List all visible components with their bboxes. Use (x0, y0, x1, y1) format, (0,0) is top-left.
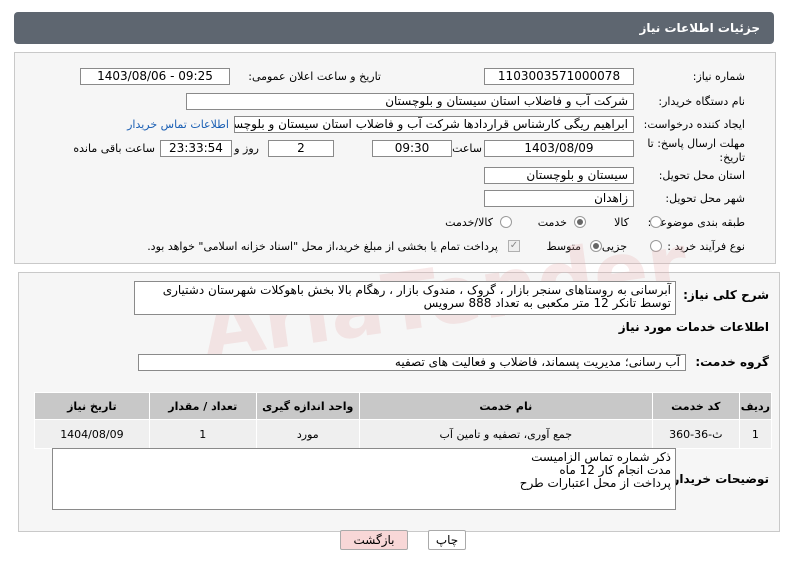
table-row: 1 ث-36-360 جمع آوری، تصفیه و تامین آب مو… (34, 419, 773, 449)
description-textarea: آبرسانی به روستاهای سنجر بازار ، گروک ، … (134, 281, 676, 315)
remaining-label: ساعت باقی مانده (73, 142, 155, 155)
cell-unit: مورد (255, 419, 360, 449)
col-service-code: کد خدمت (651, 392, 740, 420)
city-label: شهر محل تحویل: (665, 192, 745, 205)
category-option-goods-service: کالا/خدمت (445, 216, 493, 229)
creator-label: ایجاد کننده درخواست: (643, 118, 745, 131)
print-button[interactable]: چاپ (428, 530, 466, 550)
deadline-label: مهلت ارسال پاسخ: تا تاریخ: (647, 137, 745, 164)
announce-field: 1403/08/06 - 09:25 (80, 68, 230, 85)
description-label: شرح کلی نیاز: (683, 288, 769, 302)
category-radio-goods-service[interactable] (500, 216, 512, 228)
city-field: زاهدان (484, 190, 634, 207)
table-header-row: ردیف کد خدمت نام خدمت واحد اندازه گیری ت… (34, 392, 773, 420)
cell-service-code: ث-36-360 (651, 419, 740, 449)
page-title: جزئیات اطلاعات نیاز (639, 21, 760, 35)
cell-service-name: جمع آوری، تصفیه و تامین آب (358, 419, 653, 449)
cell-need-date: 1404/08/09 (34, 419, 150, 449)
province-label: استان محل تحویل: (658, 169, 745, 182)
col-need-date: تاریخ نیاز (34, 392, 150, 420)
back-button[interactable]: بازگشت (340, 530, 408, 550)
buyer-note-line: پرداخت از محل اعتبارات طرح (519, 476, 671, 490)
col-row-number: ردیف (738, 392, 773, 420)
province-field: سیستان و بلوچستان (484, 167, 634, 184)
services-section-title: اطلاعات خدمات مورد نیاز (618, 320, 769, 334)
buyer-notes-label: توضیحات خریدار: (667, 472, 769, 486)
service-group-label: گروه خدمت: (695, 355, 769, 369)
contact-info-link[interactable]: اطلاعات تماس خریدار (127, 118, 229, 131)
cell-quantity: 1 (148, 419, 257, 449)
days-label: روز و (234, 142, 259, 155)
time-label: ساعت (452, 142, 482, 155)
category-option-service: خدمت (537, 216, 567, 229)
buyer-notes-textarea: ذکر شماره تماس الزامیست مدت انجام کار 12… (52, 448, 676, 510)
service-group-field: آب رسانی؛ مدیریت پسماند، فاضلاب و فعالیت… (138, 354, 686, 371)
services-table: ردیف کد خدمت نام خدمت واحد اندازه گیری ت… (34, 392, 773, 449)
buyer-org-label: نام دستگاه خریدار: (658, 95, 745, 108)
col-service-name: نام خدمت (358, 392, 653, 420)
col-unit: واحد اندازه گیری (255, 392, 360, 420)
remaining-field: 23:33:54 (160, 140, 232, 157)
need-number-field: 1103003571000078 (484, 68, 634, 85)
col-quantity: تعداد / مقدار (148, 392, 257, 420)
category-radio-service[interactable] (574, 216, 586, 228)
title-bar: جزئیات اطلاعات نیاز (14, 12, 774, 44)
cell-row-number: 1 (738, 419, 773, 449)
days-field: 2 (268, 140, 334, 157)
creator-field: ابراهیم ریگی کارشناس قراردادها شرکت آب و… (234, 116, 634, 133)
deadline-date-field: 1403/08/09 (484, 140, 634, 157)
need-number-label: شماره نیاز: (692, 70, 745, 83)
buyer-org-field: شرکت آب و فاضلاب استان سیستان و بلوچستان (186, 93, 634, 110)
deadline-time-field: 09:30 (372, 140, 452, 157)
announce-label: تاریخ و ساعت اعلان عمومی: (248, 70, 381, 83)
